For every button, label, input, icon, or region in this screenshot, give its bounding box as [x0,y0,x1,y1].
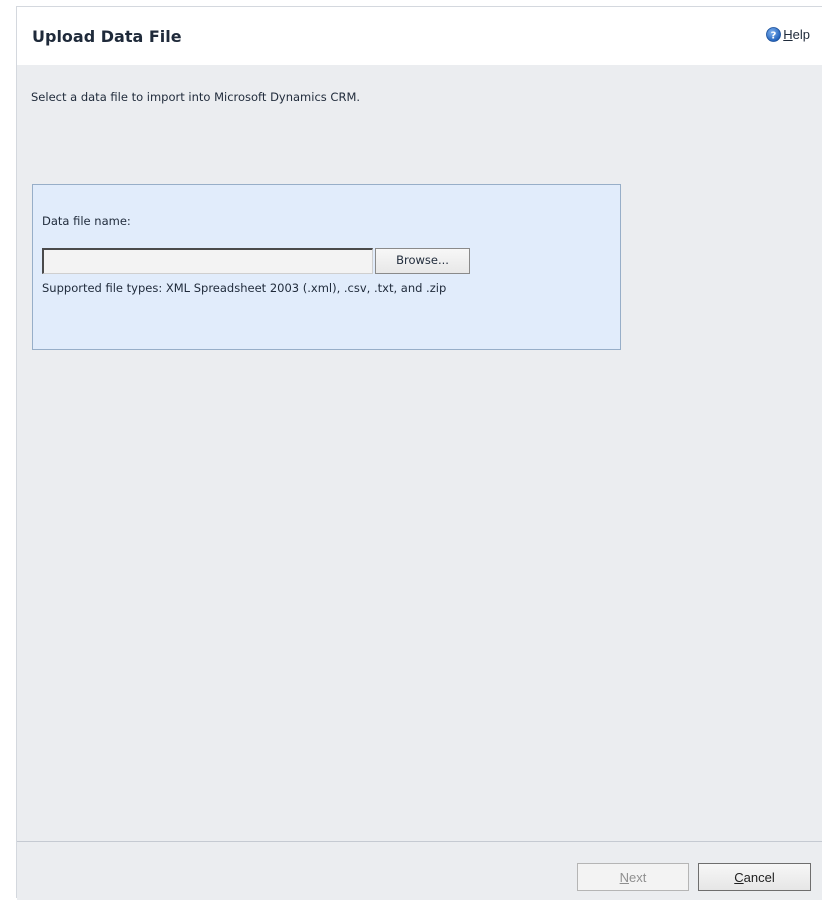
help-icon: ? [766,27,782,42]
next-button[interactable]: Next [577,863,689,891]
dialog-footer: Next Cancel [17,841,822,900]
dialog-title: Upload Data File [32,27,182,46]
dialog-header: Upload Data File ? Help [17,7,822,65]
data-file-path-input[interactable] [42,248,373,274]
file-selection-panel: Data file name: Browse... Supported file… [32,184,621,350]
data-file-name-label: Data file name: [42,214,131,228]
help-label[interactable]: Help [783,27,810,42]
svg-text:?: ? [771,30,777,41]
upload-data-file-dialog: Upload Data File ? Help Select a data fi… [16,6,822,900]
cancel-button[interactable]: Cancel [698,863,811,891]
instruction-text: Select a data file to import into Micros… [31,90,361,104]
help-link[interactable]: ? Help [766,27,810,42]
supported-file-types-text: Supported file types: XML Spreadsheet 20… [42,281,447,295]
browse-button[interactable]: Browse... [375,248,470,274]
